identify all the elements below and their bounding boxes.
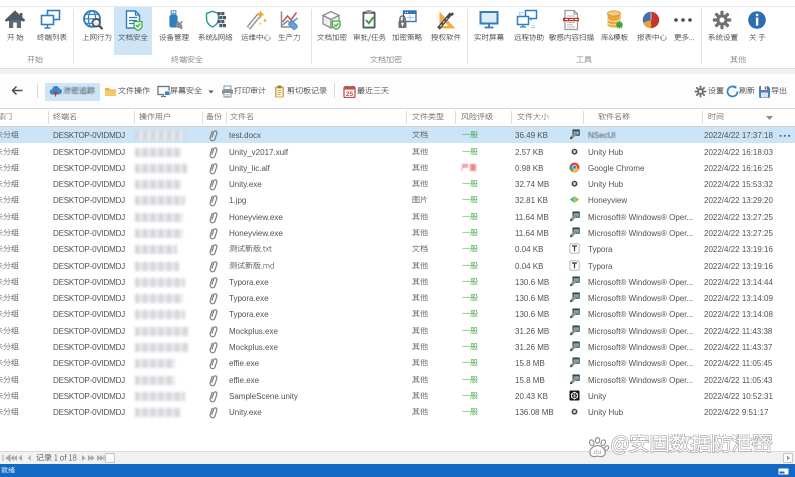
svg-text:du: du — [594, 449, 602, 456]
svg-text:25: 25 — [346, 91, 354, 98]
